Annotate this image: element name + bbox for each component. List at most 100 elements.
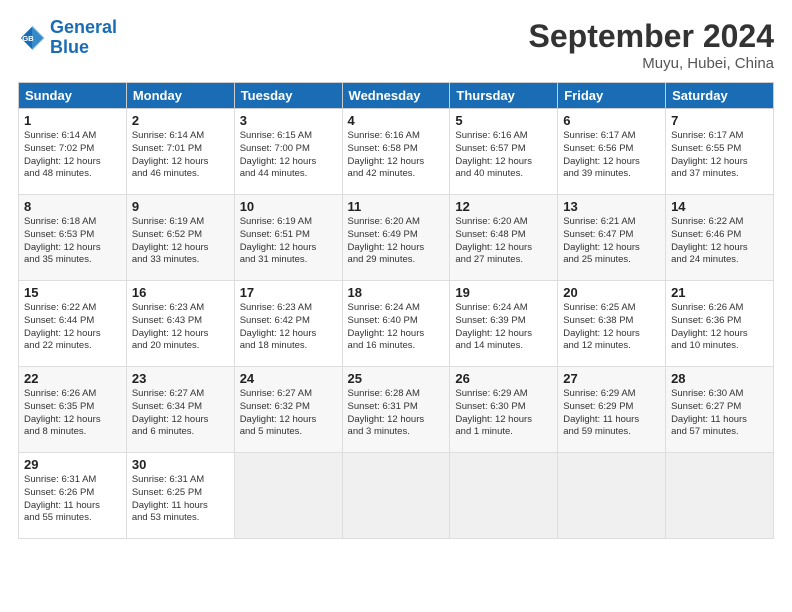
cell-content: Sunrise: 6:27 AMSunset: 6:34 PMDaylight:… — [132, 388, 229, 439]
day-number: 8 — [24, 199, 121, 214]
cell-content: Sunrise: 6:17 AMSunset: 6:55 PMDaylight:… — [671, 130, 768, 181]
cell-content: Sunrise: 6:24 AMSunset: 6:39 PMDaylight:… — [455, 302, 552, 353]
calendar-cell: 7 Sunrise: 6:17 AMSunset: 6:55 PMDaylight… — [666, 109, 774, 195]
cell-content: Sunrise: 6:26 AMSunset: 6:36 PMDaylight:… — [671, 302, 768, 353]
week-row-4: 29 Sunrise: 6:31 AMSunset: 6:26 PMDayligh… — [19, 453, 774, 539]
cell-content: Sunrise: 6:14 AMSunset: 7:01 PMDaylight:… — [132, 130, 229, 181]
cell-content: Sunrise: 6:17 AMSunset: 6:56 PMDaylight:… — [563, 130, 660, 181]
logo: GB General Blue — [18, 18, 117, 58]
day-number: 22 — [24, 371, 121, 386]
col-header-wednesday: Wednesday — [342, 83, 450, 109]
cell-content: Sunrise: 6:18 AMSunset: 6:53 PMDaylight:… — [24, 216, 121, 267]
cell-content: Sunrise: 6:30 AMSunset: 6:27 PMDaylight:… — [671, 388, 768, 439]
day-number: 2 — [132, 113, 229, 128]
day-number: 11 — [348, 199, 445, 214]
logo-line2: Blue — [50, 37, 89, 57]
calendar-cell: 29 Sunrise: 6:31 AMSunset: 6:26 PMDayligh… — [19, 453, 127, 539]
day-number: 21 — [671, 285, 768, 300]
calendar-cell: 5 Sunrise: 6:16 AMSunset: 6:57 PMDaylight… — [450, 109, 558, 195]
calendar-cell: 16 Sunrise: 6:23 AMSunset: 6:43 PMDayligh… — [126, 281, 234, 367]
day-number: 5 — [455, 113, 552, 128]
calendar-cell: 23 Sunrise: 6:27 AMSunset: 6:34 PMDayligh… — [126, 367, 234, 453]
day-number: 27 — [563, 371, 660, 386]
cell-content: Sunrise: 6:23 AMSunset: 6:43 PMDaylight:… — [132, 302, 229, 353]
logo-text: General Blue — [50, 18, 117, 58]
day-number: 4 — [348, 113, 445, 128]
day-number: 7 — [671, 113, 768, 128]
calendar-cell: 12 Sunrise: 6:20 AMSunset: 6:48 PMDayligh… — [450, 195, 558, 281]
calendar-cell: 18Sunrise: 6:24 AMSunset: 6:40 PMDayligh… — [342, 281, 450, 367]
cell-content: Sunrise: 6:16 AMSunset: 6:57 PMDaylight:… — [455, 130, 552, 181]
cell-content: Sunrise: 6:15 AMSunset: 7:00 PMDaylight:… — [240, 130, 337, 181]
svg-text:GB: GB — [22, 34, 34, 43]
day-number: 29 — [24, 457, 121, 472]
calendar-cell: 4 Sunrise: 6:16 AMSunset: 6:58 PMDaylight… — [342, 109, 450, 195]
cell-content: Sunrise: 6:20 AMSunset: 6:48 PMDaylight:… — [455, 216, 552, 267]
cell-content: Sunrise: 6:23 AMSunset: 6:42 PMDaylight:… — [240, 302, 337, 353]
calendar-cell: 30Sunrise: 6:31 AMSunset: 6:25 PMDayligh… — [126, 453, 234, 539]
day-number: 18 — [348, 285, 445, 300]
cell-content: Sunrise: 6:29 AMSunset: 6:29 PMDaylight:… — [563, 388, 660, 439]
calendar-cell: 11 Sunrise: 6:20 AMSunset: 6:49 PMDayligh… — [342, 195, 450, 281]
cell-content: Sunrise: 6:16 AMSunset: 6:58 PMDaylight:… — [348, 130, 445, 181]
calendar-cell: 20 Sunrise: 6:25 AMSunset: 6:38 PMDayligh… — [558, 281, 666, 367]
cell-content: Sunrise: 6:26 AMSunset: 6:35 PMDaylight:… — [24, 388, 121, 439]
cell-content: Sunrise: 6:31 AMSunset: 6:26 PMDaylight:… — [24, 474, 121, 525]
col-header-saturday: Saturday — [666, 83, 774, 109]
calendar-cell: 21 Sunrise: 6:26 AMSunset: 6:36 PMDayligh… — [666, 281, 774, 367]
col-header-sunday: Sunday — [19, 83, 127, 109]
calendar-cell: 15 Sunrise: 6:22 AMSunset: 6:44 PMDayligh… — [19, 281, 127, 367]
day-number: 10 — [240, 199, 337, 214]
calendar-cell: 26 Sunrise: 6:29 AMSunset: 6:30 PMDayligh… — [450, 367, 558, 453]
cell-content: Sunrise: 6:20 AMSunset: 6:49 PMDaylight:… — [348, 216, 445, 267]
calendar-cell — [666, 453, 774, 539]
calendar-cell: 10 Sunrise: 6:19 AMSunset: 6:51 PMDayligh… — [234, 195, 342, 281]
location: Muyu, Hubei, China — [529, 55, 774, 72]
day-number: 25 — [348, 371, 445, 386]
day-number: 19 — [455, 285, 552, 300]
calendar-cell: 22 Sunrise: 6:26 AMSunset: 6:35 PMDayligh… — [19, 367, 127, 453]
cell-content: Sunrise: 6:22 AMSunset: 6:46 PMDaylight:… — [671, 216, 768, 267]
day-number: 3 — [240, 113, 337, 128]
week-row-0: 1 Sunrise: 6:14 AMSunset: 7:02 PMDaylight… — [19, 109, 774, 195]
week-row-3: 22 Sunrise: 6:26 AMSunset: 6:35 PMDayligh… — [19, 367, 774, 453]
week-row-2: 15 Sunrise: 6:22 AMSunset: 6:44 PMDayligh… — [19, 281, 774, 367]
day-number: 28 — [671, 371, 768, 386]
calendar-cell: 27 Sunrise: 6:29 AMSunset: 6:29 PMDayligh… — [558, 367, 666, 453]
cell-content: Sunrise: 6:22 AMSunset: 6:44 PMDaylight:… — [24, 302, 121, 353]
day-number: 16 — [132, 285, 229, 300]
calendar-cell: 3 Sunrise: 6:15 AMSunset: 7:00 PMDaylight… — [234, 109, 342, 195]
day-number: 15 — [24, 285, 121, 300]
cell-content: Sunrise: 6:29 AMSunset: 6:30 PMDaylight:… — [455, 388, 552, 439]
day-number: 26 — [455, 371, 552, 386]
day-number: 12 — [455, 199, 552, 214]
calendar-cell: 14Sunrise: 6:22 AMSunset: 6:46 PMDayligh… — [666, 195, 774, 281]
calendar-body: 1 Sunrise: 6:14 AMSunset: 7:02 PMDaylight… — [19, 109, 774, 539]
cell-content: Sunrise: 6:19 AMSunset: 6:51 PMDaylight:… — [240, 216, 337, 267]
calendar-cell: 6Sunrise: 6:17 AMSunset: 6:56 PMDaylight… — [558, 109, 666, 195]
day-number: 1 — [24, 113, 121, 128]
calendar-cell: 13Sunrise: 6:21 AMSunset: 6:47 PMDayligh… — [558, 195, 666, 281]
page: GB General Blue September 2024 Muyu, Hub… — [0, 0, 792, 612]
cell-content: Sunrise: 6:28 AMSunset: 6:31 PMDaylight:… — [348, 388, 445, 439]
col-header-tuesday: Tuesday — [234, 83, 342, 109]
title-block: September 2024 Muyu, Hubei, China — [529, 18, 774, 72]
col-header-friday: Friday — [558, 83, 666, 109]
calendar-table: SundayMondayTuesdayWednesdayThursdayFrid… — [18, 82, 774, 539]
header: GB General Blue September 2024 Muyu, Hub… — [18, 18, 774, 72]
cell-content: Sunrise: 6:31 AMSunset: 6:25 PMDaylight:… — [132, 474, 229, 525]
calendar-cell: 9Sunrise: 6:19 AMSunset: 6:52 PMDaylight… — [126, 195, 234, 281]
day-number: 20 — [563, 285, 660, 300]
month-title: September 2024 — [529, 18, 774, 55]
week-row-1: 8 Sunrise: 6:18 AMSunset: 6:53 PMDaylight… — [19, 195, 774, 281]
calendar-cell: 8 Sunrise: 6:18 AMSunset: 6:53 PMDaylight… — [19, 195, 127, 281]
col-header-monday: Monday — [126, 83, 234, 109]
cell-content: Sunrise: 6:14 AMSunset: 7:02 PMDaylight:… — [24, 130, 121, 181]
calendar-cell: 25 Sunrise: 6:28 AMSunset: 6:31 PMDayligh… — [342, 367, 450, 453]
logo-line1: General — [50, 17, 117, 37]
cell-content: Sunrise: 6:21 AMSunset: 6:47 PMDaylight:… — [563, 216, 660, 267]
col-header-thursday: Thursday — [450, 83, 558, 109]
cell-content: Sunrise: 6:25 AMSunset: 6:38 PMDaylight:… — [563, 302, 660, 353]
day-number: 23 — [132, 371, 229, 386]
calendar-cell — [342, 453, 450, 539]
